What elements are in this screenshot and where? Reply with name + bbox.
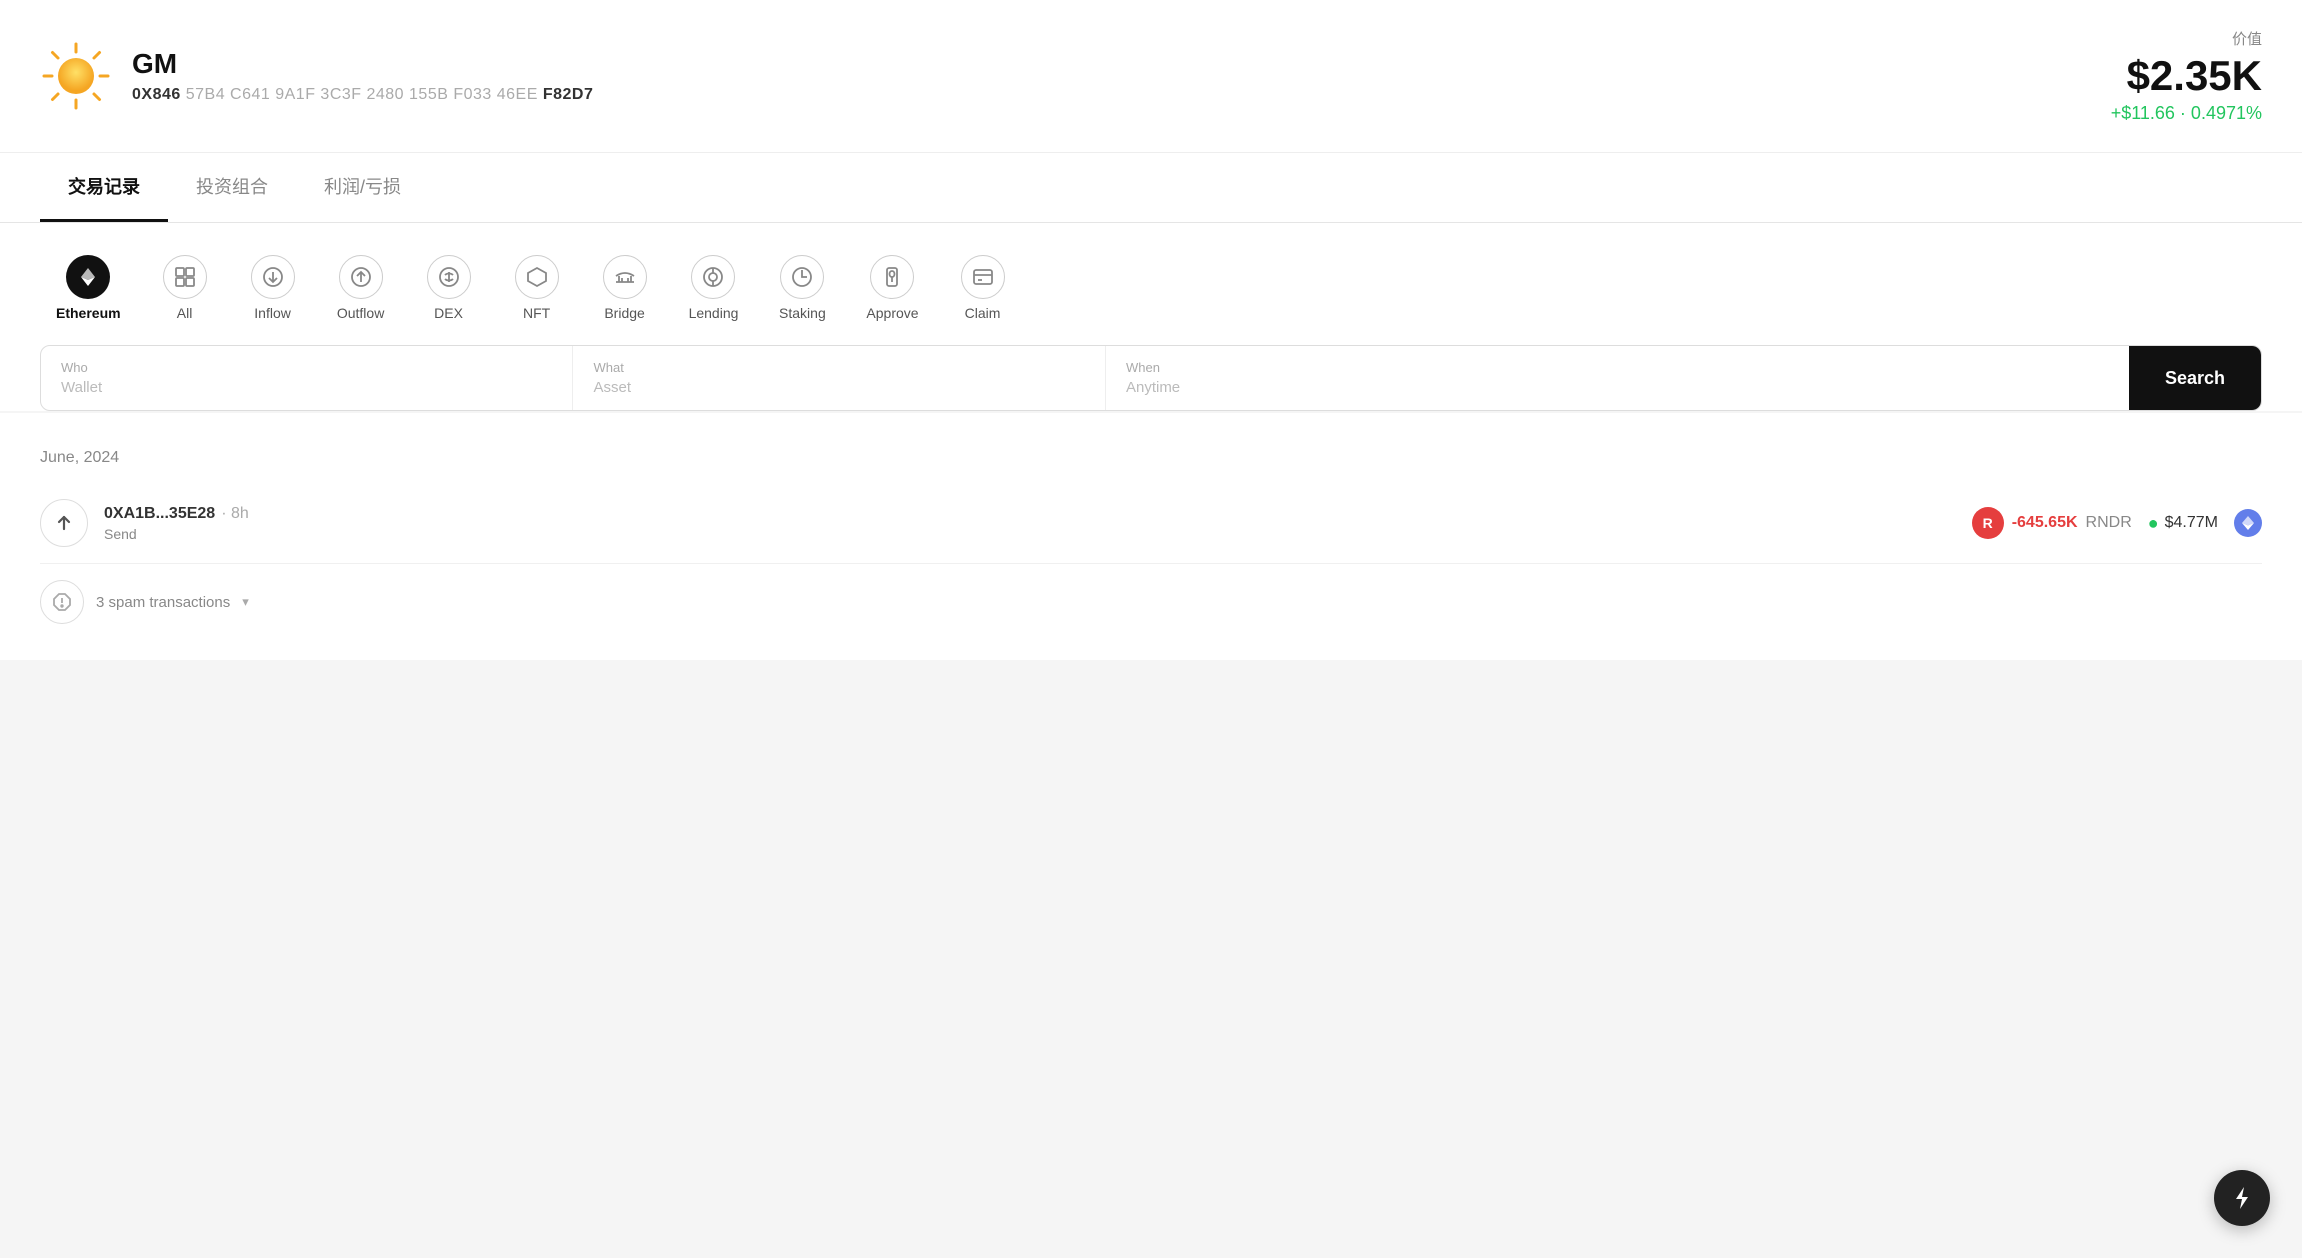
tabs-section: 交易记录 投资组合 利润/亏损 bbox=[0, 153, 2302, 223]
chain-badge bbox=[2234, 509, 2262, 537]
dot-green: ● bbox=[2148, 513, 2159, 534]
address-prefix: 0X846 bbox=[132, 86, 181, 103]
asset-input[interactable] bbox=[593, 379, 1084, 396]
chevron-down-icon: ▾ bbox=[242, 594, 249, 610]
value-label: 价值 bbox=[2111, 28, 2262, 49]
spam-label: 3 spam transactions bbox=[96, 594, 230, 611]
tx-hash: 0XA1B...35E28· 8h bbox=[104, 505, 1956, 523]
greeting: GM bbox=[132, 48, 593, 80]
tx-info: 0XA1B...35E28· 8h Send bbox=[104, 505, 1956, 542]
filter-dex[interactable]: DEX bbox=[409, 247, 489, 329]
when-input[interactable] bbox=[1126, 379, 2109, 396]
when-label: When bbox=[1126, 360, 2109, 375]
filter-inflow[interactable]: Inflow bbox=[233, 247, 313, 329]
filter-icons: Ethereum All In bbox=[40, 247, 2262, 329]
spam-row[interactable]: 3 spam transactions ▾ bbox=[40, 564, 2262, 640]
header-info: GM 0X846 57B4 C641 9A1F 3C3F 2480 155B F… bbox=[132, 48, 593, 104]
tx-right: R -645.65K RNDR ● $4.77M bbox=[1972, 507, 2262, 539]
ethereum-icon bbox=[66, 255, 110, 299]
tab-pnl[interactable]: 利润/亏损 bbox=[296, 153, 429, 222]
staking-icon bbox=[780, 255, 824, 299]
spam-icon bbox=[40, 580, 84, 624]
filter-staking[interactable]: Staking bbox=[762, 247, 842, 329]
token-amount: R -645.65K RNDR bbox=[1972, 507, 2132, 539]
tx-usd: ● $4.77M bbox=[2148, 513, 2218, 534]
header-left: GM 0X846 57B4 C641 9A1F 3C3F 2480 155B F… bbox=[40, 40, 593, 112]
filter-approve[interactable]: Approve bbox=[850, 247, 934, 329]
fab-button[interactable] bbox=[2214, 1170, 2270, 1226]
what-label: What bbox=[593, 360, 1084, 375]
wallet-input[interactable] bbox=[61, 379, 552, 396]
filter-lending[interactable]: Lending bbox=[673, 247, 755, 329]
filter-outflow-label: Outflow bbox=[337, 305, 384, 321]
approve-icon bbox=[870, 255, 914, 299]
outflow-icon bbox=[339, 255, 383, 299]
value-change: +$11.66 · 0.4971% bbox=[2111, 103, 2262, 124]
usd-value: $4.77M bbox=[2165, 514, 2218, 532]
filter-bridge-label: Bridge bbox=[604, 305, 644, 321]
search-field-what: What bbox=[573, 346, 1105, 410]
token-icon: R bbox=[1972, 507, 2004, 539]
address-middle: 57B4 C641 9A1F 3C3F 2480 155B F033 46EE bbox=[186, 86, 538, 103]
content-section: June, 2024 0XA1B...35E28· 8h Send R -645… bbox=[0, 413, 2302, 660]
filter-claim-label: Claim bbox=[965, 305, 1001, 321]
filter-all-label: All bbox=[177, 305, 193, 321]
filter-ethereum[interactable]: Ethereum bbox=[40, 247, 137, 329]
filter-all[interactable]: All bbox=[145, 247, 225, 329]
search-bar: Who What When Search bbox=[40, 345, 2262, 411]
tab-transactions[interactable]: 交易记录 bbox=[40, 153, 168, 222]
sun-icon bbox=[40, 40, 112, 112]
lending-icon bbox=[691, 255, 735, 299]
address-bold: F82D7 bbox=[543, 86, 594, 103]
amount-neg: -645.65K bbox=[2012, 514, 2078, 532]
claim-icon bbox=[961, 255, 1005, 299]
table-row: 0XA1B...35E28· 8h Send R -645.65K RNDR ●… bbox=[40, 483, 2262, 564]
filter-claim[interactable]: Claim bbox=[943, 247, 1023, 329]
filter-staking-label: Staking bbox=[779, 305, 826, 321]
search-field-who: Who bbox=[41, 346, 573, 410]
address-row: 0X846 57B4 C641 9A1F 3C3F 2480 155B F033… bbox=[132, 86, 593, 104]
tx-type: Send bbox=[104, 526, 1956, 542]
inflow-icon bbox=[251, 255, 295, 299]
filter-bridge[interactable]: Bridge bbox=[585, 247, 665, 329]
who-label: Who bbox=[61, 360, 552, 375]
header-right: 价值 $2.35K +$11.66 · 0.4971% bbox=[2111, 28, 2262, 124]
search-section: Who What When Search bbox=[0, 329, 2302, 411]
month-label: June, 2024 bbox=[40, 449, 2262, 467]
all-icon bbox=[163, 255, 207, 299]
lightning-icon bbox=[2229, 1185, 2255, 1211]
filter-dex-label: DEX bbox=[434, 305, 463, 321]
search-button[interactable]: Search bbox=[2129, 346, 2261, 410]
nft-icon bbox=[515, 255, 559, 299]
filter-ethereum-label: Ethereum bbox=[56, 305, 121, 321]
filter-nft[interactable]: NFT bbox=[497, 247, 577, 329]
tabs: 交易记录 投资组合 利润/亏损 bbox=[40, 153, 2262, 222]
amount-symbol: RNDR bbox=[2086, 514, 2132, 532]
filter-nft-label: NFT bbox=[523, 305, 550, 321]
filter-inflow-label: Inflow bbox=[254, 305, 291, 321]
filter-section: Ethereum All In bbox=[0, 223, 2302, 329]
filter-outflow[interactable]: Outflow bbox=[321, 247, 401, 329]
filter-approve-label: Approve bbox=[866, 305, 918, 321]
header: GM 0X846 57B4 C641 9A1F 3C3F 2480 155B F… bbox=[0, 0, 2302, 153]
filter-lending-label: Lending bbox=[689, 305, 739, 321]
tx-direction-icon bbox=[40, 499, 88, 547]
tab-portfolio[interactable]: 投资组合 bbox=[168, 153, 296, 222]
bridge-icon bbox=[603, 255, 647, 299]
value-amount: $2.35K bbox=[2111, 53, 2262, 99]
search-field-when: When bbox=[1106, 346, 2129, 410]
dex-icon bbox=[427, 255, 471, 299]
